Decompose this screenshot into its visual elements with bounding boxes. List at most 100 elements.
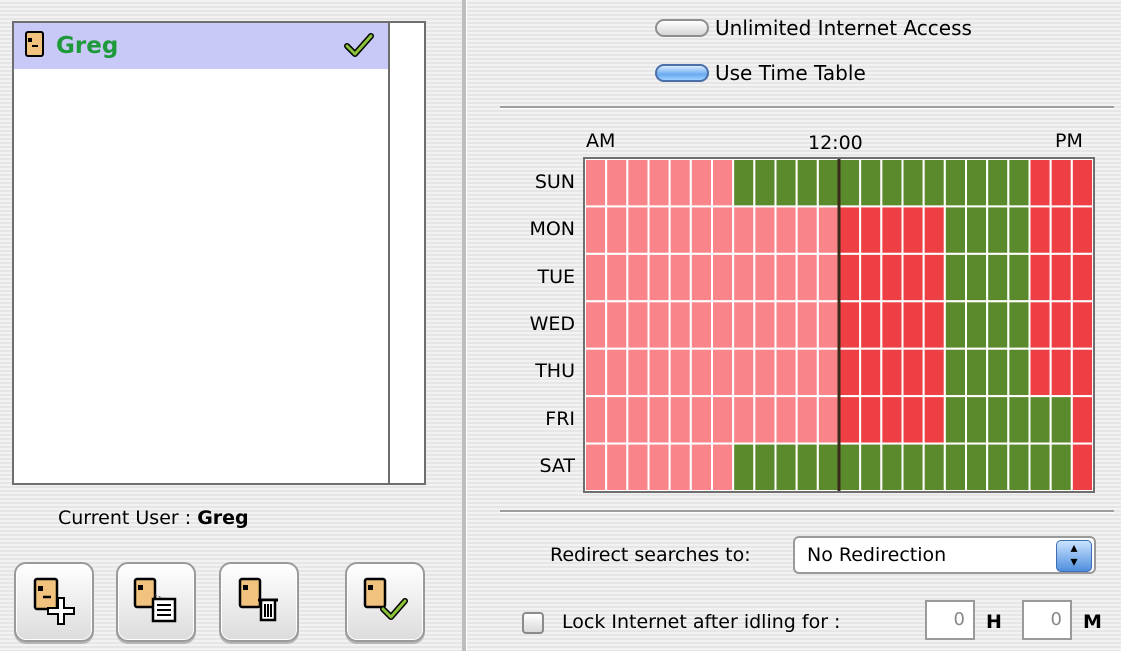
time-slot-sat-8[interactable] <box>753 442 777 491</box>
duplicate-user-button[interactable] <box>116 562 196 642</box>
time-slot-sat-7[interactable] <box>732 442 756 491</box>
time-slot-wed-20[interactable] <box>1007 300 1031 350</box>
time-slot-thu-3[interactable] <box>647 347 671 398</box>
time-slot-sun-5[interactable] <box>689 159 714 208</box>
time-slot-mon-4[interactable] <box>668 205 692 255</box>
time-slot-sun-16[interactable] <box>922 159 946 208</box>
time-slot-mon-23[interactable] <box>1070 205 1093 255</box>
time-slot-fri-15[interactable] <box>901 395 925 445</box>
use-time-table-radio[interactable]: Use Time Table <box>655 61 866 85</box>
time-slot-fri-0[interactable] <box>585 395 608 445</box>
time-slot-tue-18[interactable] <box>965 252 989 303</box>
time-slot-fri-17[interactable] <box>943 395 968 445</box>
time-slot-thu-23[interactable] <box>1070 347 1093 398</box>
time-slot-mon-12[interactable] <box>838 205 862 255</box>
idle-minutes-field[interactable]: 0 <box>1022 600 1072 640</box>
time-slot-sat-11[interactable] <box>816 442 840 491</box>
time-slot-mon-20[interactable] <box>1007 205 1031 255</box>
time-slot-mon-16[interactable] <box>922 205 946 255</box>
time-slot-tue-11[interactable] <box>816 252 840 303</box>
time-slot-wed-17[interactable] <box>943 300 968 350</box>
time-slot-sun-10[interactable] <box>795 159 819 208</box>
time-slot-fri-22[interactable] <box>1049 395 1073 445</box>
time-slot-thu-0[interactable] <box>585 347 608 398</box>
time-slot-thu-16[interactable] <box>922 347 946 398</box>
time-table-grid[interactable] <box>583 157 1095 493</box>
time-slot-tue-8[interactable] <box>753 252 777 303</box>
time-slot-tue-23[interactable] <box>1070 252 1093 303</box>
time-slot-thu-18[interactable] <box>965 347 989 398</box>
time-slot-thu-15[interactable] <box>901 347 925 398</box>
time-slot-wed-14[interactable] <box>880 300 904 350</box>
time-slot-thu-22[interactable] <box>1049 347 1073 398</box>
user-list[interactable]: Greg <box>12 21 426 485</box>
time-slot-sun-17[interactable] <box>943 159 968 208</box>
time-slot-wed-9[interactable] <box>774 300 798 350</box>
time-slot-sat-15[interactable] <box>901 442 925 491</box>
time-slot-sat-22[interactable] <box>1049 442 1073 491</box>
time-slot-tue-12[interactable] <box>838 252 862 303</box>
time-slot-wed-3[interactable] <box>647 300 671 350</box>
time-slot-sun-15[interactable] <box>901 159 925 208</box>
time-slot-sat-9[interactable] <box>774 442 798 491</box>
time-slot-thu-19[interactable] <box>986 347 1010 398</box>
time-slot-tue-10[interactable] <box>795 252 819 303</box>
time-slot-fri-2[interactable] <box>626 395 650 445</box>
time-slot-sat-1[interactable] <box>605 442 629 491</box>
time-slot-fri-3[interactable] <box>647 395 671 445</box>
time-slot-sun-18[interactable] <box>965 159 989 208</box>
time-slot-fri-1[interactable] <box>605 395 629 445</box>
time-slot-sun-6[interactable] <box>711 159 735 208</box>
time-slot-fri-16[interactable] <box>922 395 946 445</box>
time-slot-mon-18[interactable] <box>965 205 989 255</box>
time-slot-thu-4[interactable] <box>668 347 692 398</box>
time-slot-sun-8[interactable] <box>753 159 777 208</box>
time-slot-sat-5[interactable] <box>689 442 714 491</box>
time-slot-tue-1[interactable] <box>605 252 629 303</box>
time-slot-sun-0[interactable] <box>585 159 608 208</box>
time-slot-thu-9[interactable] <box>774 347 798 398</box>
time-slot-tue-19[interactable] <box>986 252 1010 303</box>
time-slot-fri-7[interactable] <box>732 395 756 445</box>
time-slot-sun-13[interactable] <box>859 159 883 208</box>
time-slot-sat-6[interactable] <box>711 442 735 491</box>
time-slot-fri-9[interactable] <box>774 395 798 445</box>
time-slot-fri-20[interactable] <box>1007 395 1031 445</box>
time-slot-wed-1[interactable] <box>605 300 629 350</box>
time-slot-sat-2[interactable] <box>626 442 650 491</box>
time-slot-sun-21[interactable] <box>1028 159 1052 208</box>
time-slot-tue-13[interactable] <box>859 252 883 303</box>
user-list-item[interactable]: Greg <box>14 23 388 69</box>
time-slot-mon-1[interactable] <box>605 205 629 255</box>
time-slot-wed-23[interactable] <box>1070 300 1093 350</box>
time-slot-sun-9[interactable] <box>774 159 798 208</box>
time-slot-thu-17[interactable] <box>943 347 968 398</box>
time-slot-mon-9[interactable] <box>774 205 798 255</box>
redirect-select[interactable]: No Redirection ▴ ▾ <box>793 536 1096 574</box>
time-slot-sat-13[interactable] <box>859 442 883 491</box>
time-slot-sun-20[interactable] <box>1007 159 1031 208</box>
time-slot-tue-0[interactable] <box>585 252 608 303</box>
time-slot-thu-5[interactable] <box>689 347 714 398</box>
time-slot-tue-7[interactable] <box>732 252 756 303</box>
unlimited-access-radio[interactable]: Unlimited Internet Access <box>655 16 972 40</box>
time-slot-thu-21[interactable] <box>1028 347 1052 398</box>
time-slot-sun-19[interactable] <box>986 159 1010 208</box>
time-slot-sat-19[interactable] <box>986 442 1010 491</box>
time-slot-tue-16[interactable] <box>922 252 946 303</box>
time-slot-tue-2[interactable] <box>626 252 650 303</box>
time-slot-wed-4[interactable] <box>668 300 692 350</box>
time-slot-thu-8[interactable] <box>753 347 777 398</box>
time-slot-tue-15[interactable] <box>901 252 925 303</box>
time-slot-fri-18[interactable] <box>965 395 989 445</box>
time-slot-fri-8[interactable] <box>753 395 777 445</box>
time-slot-mon-21[interactable] <box>1028 205 1052 255</box>
time-slot-mon-6[interactable] <box>711 205 735 255</box>
time-slot-fri-19[interactable] <box>986 395 1010 445</box>
time-slot-tue-22[interactable] <box>1049 252 1073 303</box>
time-slot-tue-9[interactable] <box>774 252 798 303</box>
add-user-button[interactable] <box>14 562 94 642</box>
time-slot-sat-4[interactable] <box>668 442 692 491</box>
time-slot-mon-19[interactable] <box>986 205 1010 255</box>
time-slot-tue-20[interactable] <box>1007 252 1031 303</box>
